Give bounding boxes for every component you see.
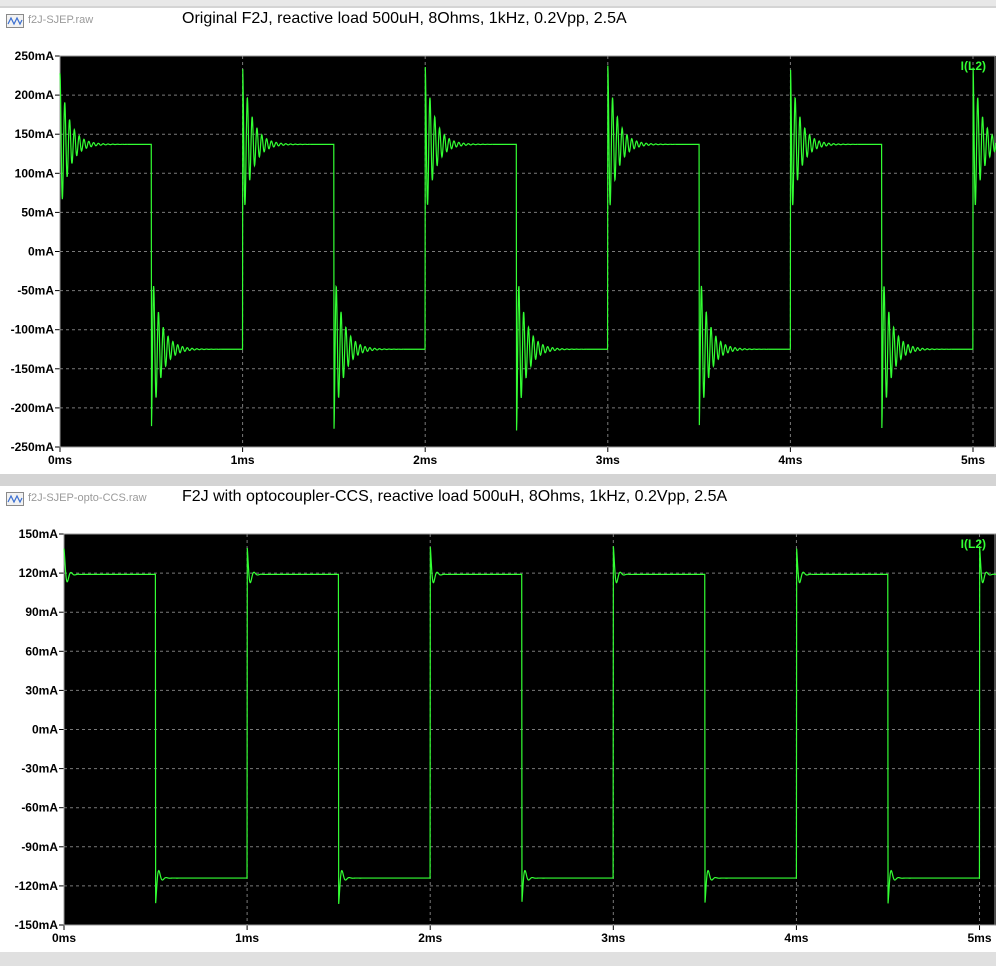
y-tick-label: 120mA [19,566,59,580]
x-tick-label: 5ms [968,931,992,945]
trace-label[interactable]: I(L2) [961,537,986,551]
y-tick-label: 200mA [15,88,55,102]
y-tick-label: 250mA [15,49,55,63]
window-bottom-strip [0,952,996,966]
waveform-file-icon [6,14,24,28]
y-tick-label: 60mA [25,644,58,658]
plot-caption: Original F2J, reactive load 500uH, 8Ohms… [182,10,627,27]
plot-pane-titlebar[interactable]: f2J-SJEP.raw Original F2J, reactive load… [0,8,996,34]
y-tick-label: 150mA [15,127,55,141]
y-tick-label: -250mA [11,440,55,454]
y-tick-label: -90mA [21,840,58,854]
x-tick-label: 1ms [235,931,259,945]
y-tick-label: 0mA [28,245,54,259]
trace-label[interactable]: I(L2) [961,59,986,73]
x-tick-label: 5ms [961,453,985,467]
x-tick-label: 4ms [784,931,808,945]
plot-pane-opto-ccs[interactable]: f2J-SJEP-opto-CCS.raw F2J with optocoupl… [0,486,996,952]
x-tick-label: 0ms [48,453,72,467]
y-tick-label: -100mA [11,323,55,337]
plot-pane-original[interactable]: f2J-SJEP.raw Original F2J, reactive load… [0,8,996,474]
y-tick-label: -150mA [11,362,55,376]
plot-caption: F2J with optocoupler-CCS, reactive load … [182,488,728,505]
plot-pane-titlebar[interactable]: f2J-SJEP-opto-CCS.raw F2J with optocoupl… [0,486,996,512]
y-tick-label: 100mA [15,166,55,180]
window-top-strip [0,0,996,6]
y-tick-label: 30mA [25,683,58,697]
y-tick-label: 0mA [32,723,58,737]
y-tick-label: 50mA [21,205,54,219]
y-tick-label: 150mA [19,527,59,541]
x-tick-label: 1ms [231,453,255,467]
x-tick-label: 3ms [596,453,620,467]
y-tick-label: -60mA [21,801,58,815]
x-tick-label: 2ms [413,453,437,467]
y-tick-label: 90mA [25,605,58,619]
x-tick-label: 3ms [601,931,625,945]
raw-file-name: f2J-SJEP-opto-CCS.raw [28,492,147,504]
y-tick-label: -200mA [11,401,55,415]
x-tick-label: 2ms [418,931,442,945]
y-tick-label: -50mA [17,284,54,298]
waveform-file-icon [6,492,24,506]
waveform-plot-opto-ccs[interactable]: 150mA 120mA 90mA 60mA 30mA 0mA -30mA -60mA -90mA… [0,512,996,952]
y-tick-label: -120mA [15,879,59,893]
raw-file-name: f2J-SJEP.raw [28,14,94,26]
y-tick-label: -30mA [21,762,58,776]
waveform-plot-original[interactable]: 250mA 200mA 150mA 100mA 50mA 0mA -50mA -100mA -1… [0,34,996,474]
x-tick-label: 4ms [778,453,802,467]
x-tick-label: 0ms [52,931,76,945]
y-tick-label: -150mA [15,918,59,932]
